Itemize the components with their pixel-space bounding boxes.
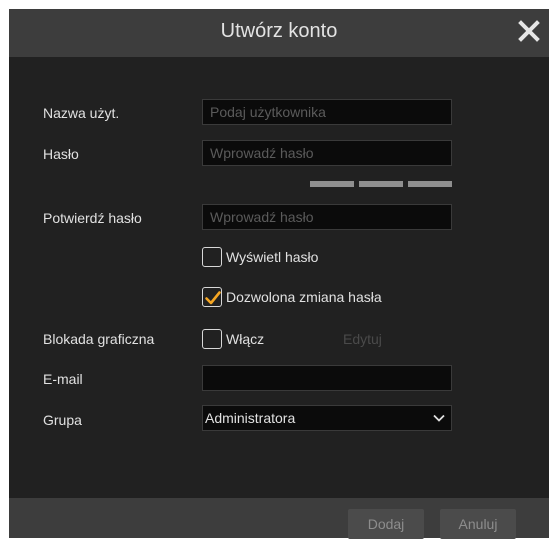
allow-password-change-label: Dozwolona zmiana hasła (226, 289, 382, 305)
create-account-dialog: Utwórz konto Nazwa użyt. Hasło Potwierdź… (9, 9, 549, 539)
confirm-password-input[interactable] (202, 204, 452, 230)
confirm-password-label: Potwierdź hasło (43, 210, 142, 226)
dialog-footer: Dodaj Anuluj (9, 498, 549, 539)
add-button[interactable]: Dodaj (348, 509, 424, 539)
cancel-button[interactable]: Anuluj (440, 509, 516, 539)
allow-password-change-checkbox[interactable] (202, 287, 222, 307)
dialog-title: Utwórz konto (220, 20, 338, 42)
checkmark-icon (205, 291, 221, 305)
email-label: E-mail (43, 371, 83, 387)
strength-segment (408, 181, 452, 187)
strength-segment (359, 181, 403, 187)
pattern-lock-label: Blokada graficzna (43, 331, 155, 347)
email-input[interactable] (202, 365, 452, 391)
password-input[interactable] (202, 140, 452, 166)
close-icon[interactable] (515, 17, 543, 45)
chevron-down-icon (433, 414, 445, 422)
group-selected-value: Administratora (205, 410, 296, 426)
pattern-lock-enable-checkbox[interactable] (202, 329, 222, 349)
pattern-lock-edit-link[interactable]: Edytuj (343, 331, 382, 347)
group-label: Grupa (43, 412, 82, 428)
title-bar: Utwórz konto (9, 9, 549, 57)
pattern-lock-enable-label: Włącz (226, 331, 265, 347)
password-label: Hasło (43, 146, 79, 162)
show-password-checkbox[interactable] (202, 247, 222, 267)
show-password-label: Wyświetl hasło (226, 249, 319, 265)
username-label: Nazwa użyt. (43, 105, 120, 121)
group-select[interactable]: Administratora (202, 405, 452, 431)
username-input[interactable] (202, 99, 452, 125)
strength-segment (310, 181, 354, 187)
